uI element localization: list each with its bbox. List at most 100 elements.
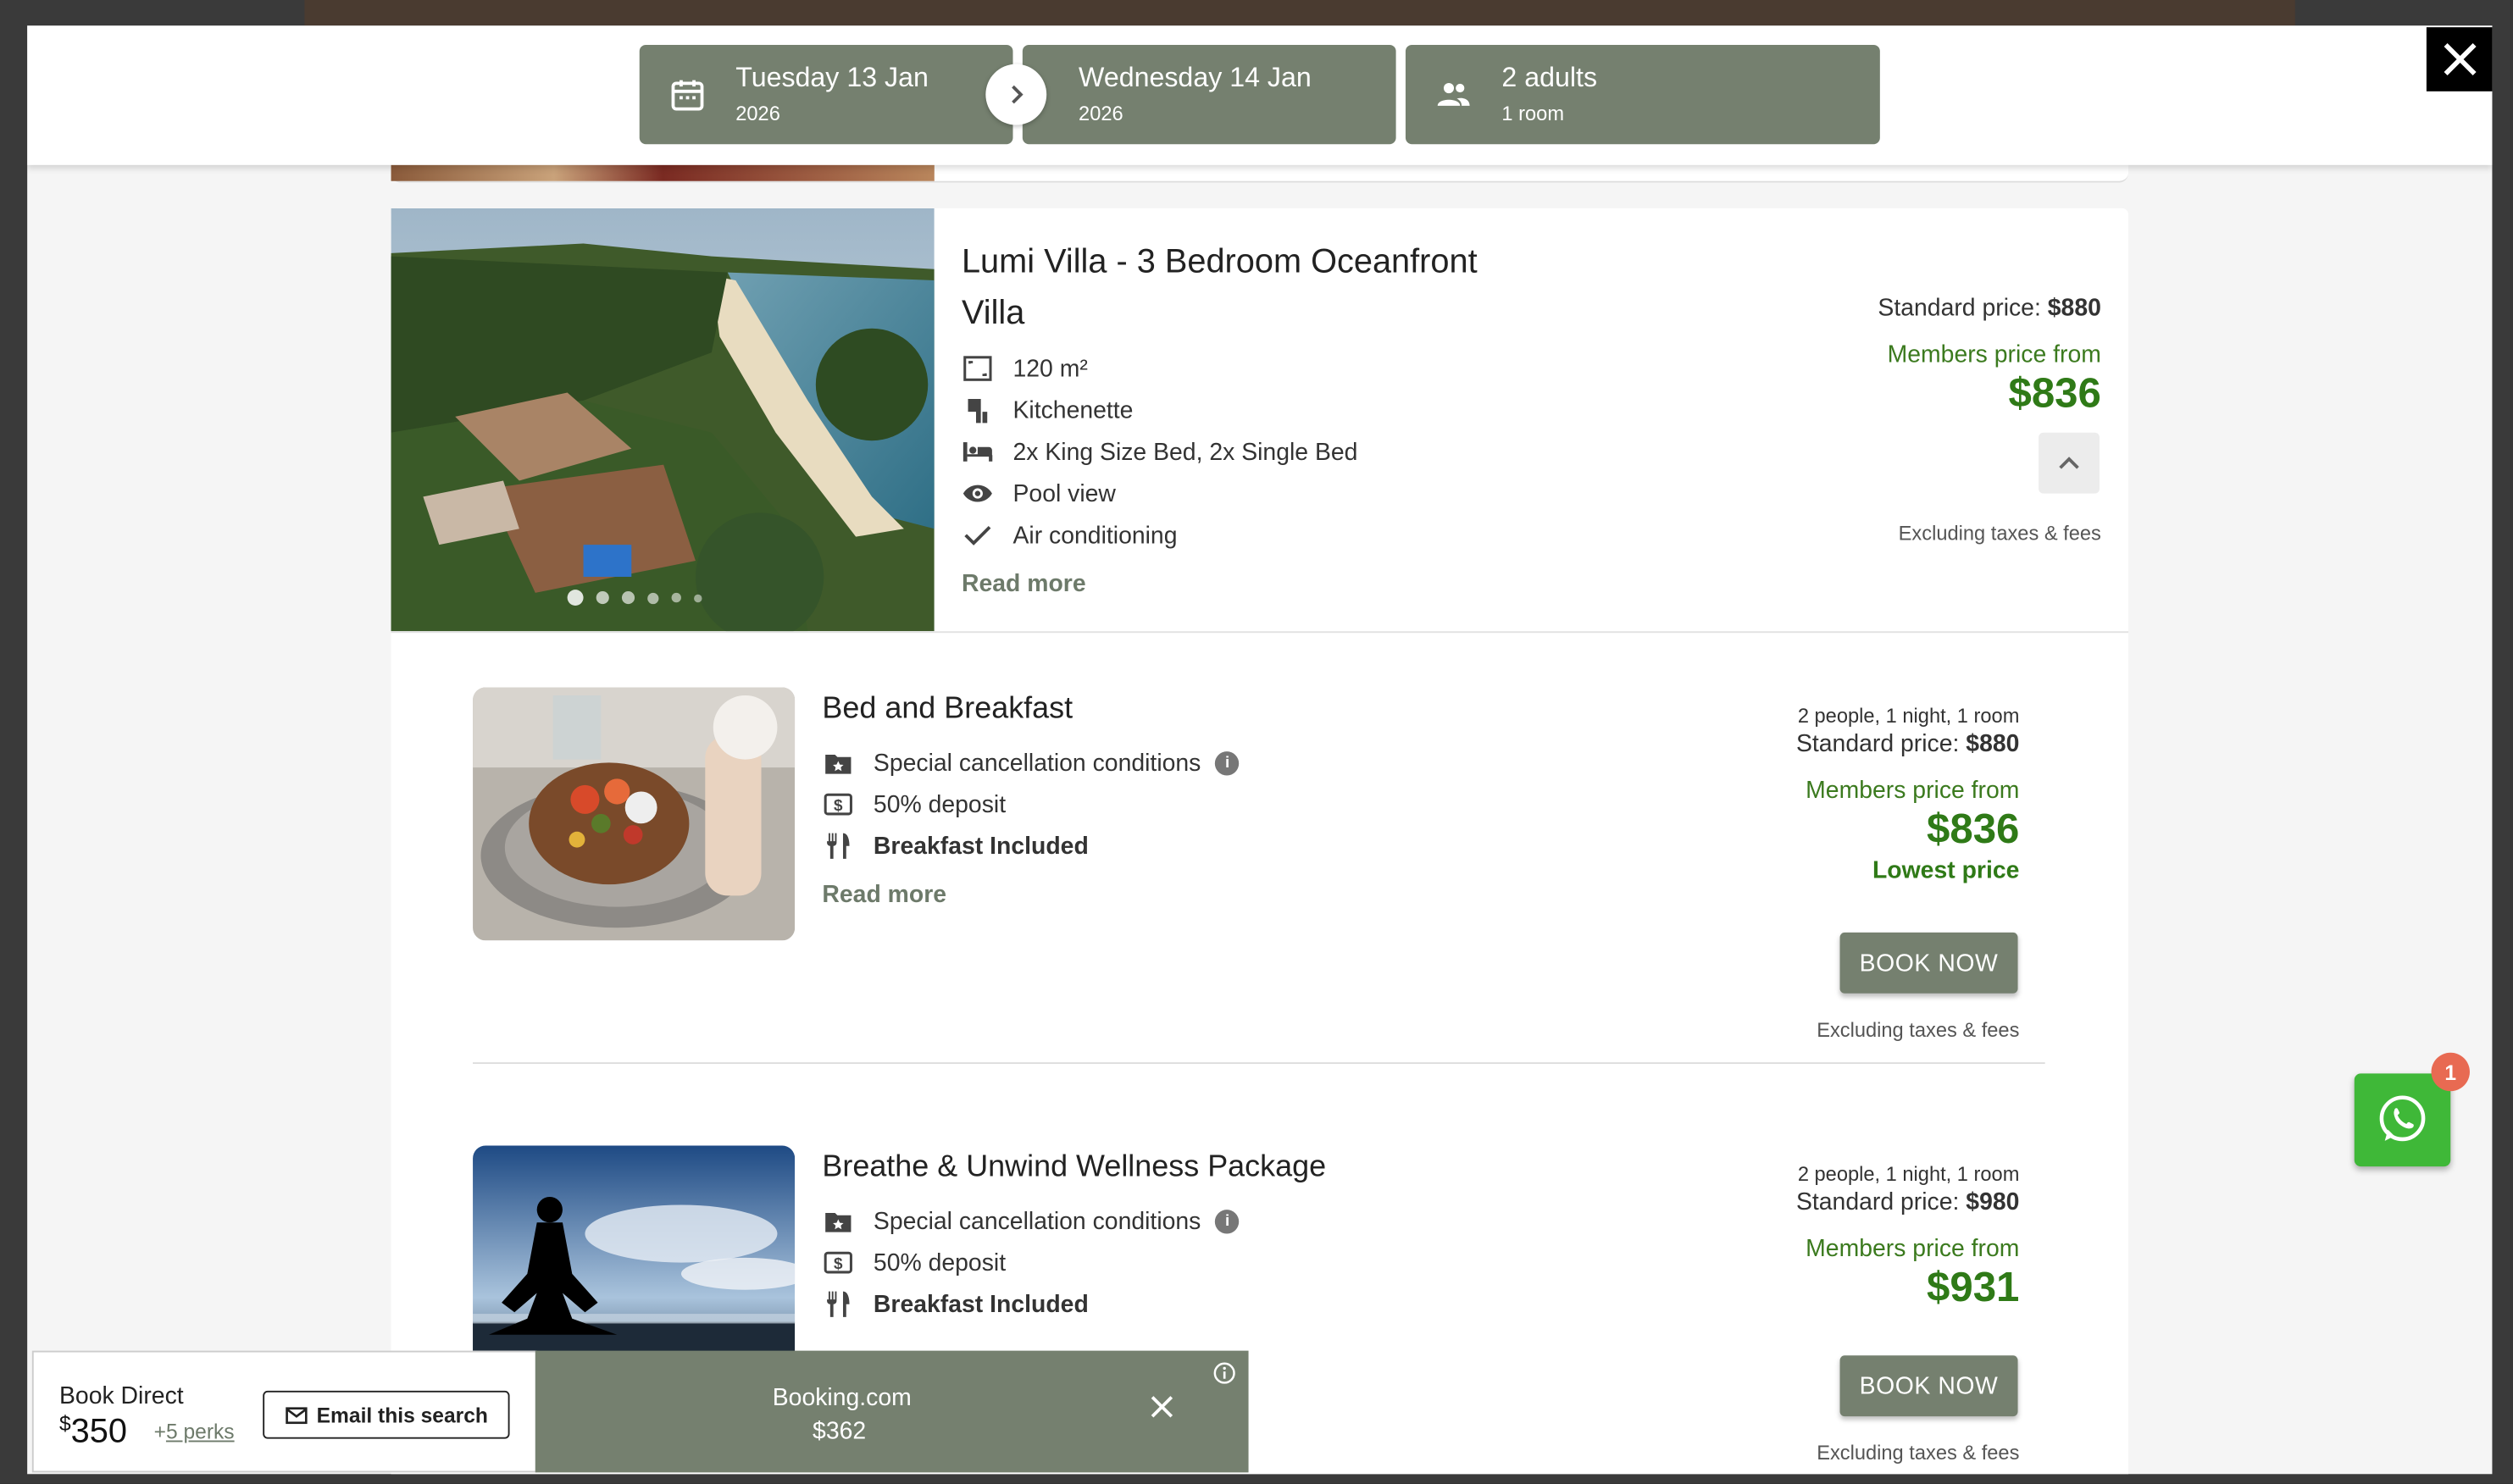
perks-prefix: + xyxy=(153,1419,166,1444)
standard-price: Standard price: $880 xyxy=(1878,295,2100,322)
room-feature: 2x King Size Bed, 2x Single Bed xyxy=(962,436,1357,468)
standard-price-label: Standard price: xyxy=(1878,295,2041,323)
room-feature: Air conditioning xyxy=(962,519,1178,551)
room-feature: Pool view xyxy=(962,478,1116,510)
read-more-link[interactable]: Read more xyxy=(822,881,946,908)
standard-price: Standard price: $980 xyxy=(1796,1189,2019,1216)
cutlery-icon xyxy=(822,830,854,862)
rate-feature: $ 50% deposit xyxy=(822,789,1006,821)
competitor-price-widget: Booking.com $362 xyxy=(535,1350,1249,1473)
svg-text:$: $ xyxy=(834,1255,843,1273)
rate-title: Breathe & Unwind Wellness Package xyxy=(822,1150,1327,1184)
occupancy-summary: 2 people, 1 night, 1 room xyxy=(1797,705,2020,728)
info-icon[interactable]: i xyxy=(1215,750,1240,775)
excluding-taxes-note: Excluding taxes & fees xyxy=(1898,522,2101,545)
room-title-line: Lumi Villa - 3 Bedroom Oceanfront xyxy=(961,243,1478,281)
carousel-dot[interactable] xyxy=(621,591,635,605)
competitor-price: $362 xyxy=(813,1418,867,1446)
room-title-line: Villa xyxy=(961,295,1025,332)
room-feature-label: 120 m² xyxy=(1012,354,1088,383)
standard-price-value: $880 xyxy=(1966,730,2020,758)
checkin-date-selector[interactable]: Tuesday 13 Jan 2026 xyxy=(639,44,1013,145)
room-title: Lumi Villa - 3 Bedroom Oceanfront Villa xyxy=(962,237,1539,340)
rooms-count: 1 room xyxy=(1501,102,1565,125)
rate-feature-label: 50% deposit xyxy=(873,790,1007,818)
members-price-value: $836 xyxy=(2008,368,2101,417)
rate-price-block: 2 people, 1 night, 1 room Standard price… xyxy=(1796,705,2019,884)
rate-feature-label: Breakfast Included xyxy=(873,1290,1089,1318)
notification-badge: 1 xyxy=(2431,1052,2470,1092)
checkin-year: 2026 xyxy=(735,102,780,125)
members-price-value: $931 xyxy=(1926,1262,2020,1311)
carousel-dots[interactable] xyxy=(567,590,702,606)
folder-star-icon xyxy=(822,746,854,778)
email-search-label: Email this search xyxy=(316,1403,488,1427)
info-icon[interactable]: i xyxy=(1215,1209,1240,1233)
rate-image-breakfast xyxy=(473,687,796,941)
carousel-dot[interactable] xyxy=(671,592,681,603)
standard-price-value: $980 xyxy=(1966,1188,2020,1216)
rate-feature: Breakfast Included xyxy=(822,1288,1089,1321)
members-price-label: Members price from xyxy=(1806,777,2020,805)
guests-selector[interactable]: 2 adults 1 room xyxy=(1405,44,1880,145)
book-now-button[interactable]: BOOK NOW xyxy=(1839,932,2018,994)
close-icon[interactable] xyxy=(1147,1393,1176,1421)
book-now-button[interactable]: BOOK NOW xyxy=(1839,1355,2018,1417)
date-arrow xyxy=(985,64,1047,125)
svg-text:$: $ xyxy=(834,797,843,815)
kitchen-icon xyxy=(962,394,994,426)
bed-icon xyxy=(962,436,994,468)
calendar-icon xyxy=(671,80,704,111)
standard-price: Standard price: $880 xyxy=(1796,731,2019,758)
collapse-rates-button[interactable] xyxy=(2039,432,2100,494)
rate-divider xyxy=(473,1062,2045,1065)
read-more-link[interactable]: Read more xyxy=(962,570,1086,597)
chevron-up-icon xyxy=(2059,457,2079,469)
carousel-dot-active[interactable] xyxy=(567,590,584,606)
chevron-right-icon xyxy=(1012,85,1024,104)
members-price-label: Members price from xyxy=(1806,1235,2020,1263)
carousel-dot[interactable] xyxy=(647,591,659,604)
standard-price-label: Standard price: xyxy=(1795,1188,1960,1216)
book-direct-amount: 350 xyxy=(70,1413,127,1450)
close-icon xyxy=(2444,42,2477,76)
rate-title: Bed and Breakfast xyxy=(822,692,1073,726)
standard-price-value: $880 xyxy=(2047,295,2101,323)
members-price-label: Members price from xyxy=(1887,341,2101,369)
carousel-dot[interactable] xyxy=(596,591,609,605)
card-divider xyxy=(391,631,2129,634)
email-search-button[interactable]: Email this search xyxy=(263,1390,510,1439)
backdrop-hero-strip xyxy=(304,0,2295,26)
occupancy-summary: 2 people, 1 night, 1 room xyxy=(1797,1163,2020,1186)
perks-label: 5 perks xyxy=(165,1419,235,1444)
guests-count: 2 adults xyxy=(1501,62,1598,93)
area-icon xyxy=(962,352,994,385)
rate-feature: Special cancellation conditions i xyxy=(822,746,1240,778)
whatsapp-icon xyxy=(2379,1095,2426,1142)
excluding-taxes-note: Excluding taxes & fees xyxy=(1817,1442,2020,1465)
page-stage: Tuesday 13 Jan 2026 Wednesday 14 Jan 202… xyxy=(0,0,2513,1484)
competitor-name: Booking.com xyxy=(772,1384,912,1412)
currency-symbol: $ xyxy=(58,1411,71,1436)
breakfast-photo xyxy=(473,687,796,941)
check-icon xyxy=(962,519,994,551)
whatsapp-button[interactable] xyxy=(2354,1073,2451,1167)
info-icon[interactable] xyxy=(1213,1362,1235,1384)
room-feature-label: Air conditioning xyxy=(1012,521,1178,549)
standard-price-label: Standard price: xyxy=(1795,730,1960,758)
mail-icon xyxy=(285,1406,307,1424)
checkout-date-selector[interactable]: Wednesday 14 Jan 2026 xyxy=(1022,44,1396,145)
checkout-date: Wednesday 14 Jan xyxy=(1079,62,1312,93)
search-header: Tuesday 13 Jan 2026 Wednesday 14 Jan 202… xyxy=(27,25,2493,165)
book-direct-price: $350 xyxy=(59,1411,127,1451)
close-modal-button[interactable] xyxy=(2426,27,2493,91)
room-card: Lumi Villa - 3 Bedroom Oceanfront Villa … xyxy=(391,208,2129,1475)
cutlery-icon xyxy=(822,1288,854,1321)
carousel-dot[interactable] xyxy=(694,593,702,602)
rate-feature: Special cancellation conditions i xyxy=(822,1204,1240,1237)
room-feature-label: 2x King Size Bed, 2x Single Bed xyxy=(1012,438,1358,466)
perks-link[interactable]: +5 perks xyxy=(154,1420,235,1443)
room-image-carousel[interactable] xyxy=(391,208,935,632)
rate-price-block: 2 people, 1 night, 1 room Standard price… xyxy=(1796,1163,2019,1312)
room-feature: Kitchenette xyxy=(962,394,1133,426)
